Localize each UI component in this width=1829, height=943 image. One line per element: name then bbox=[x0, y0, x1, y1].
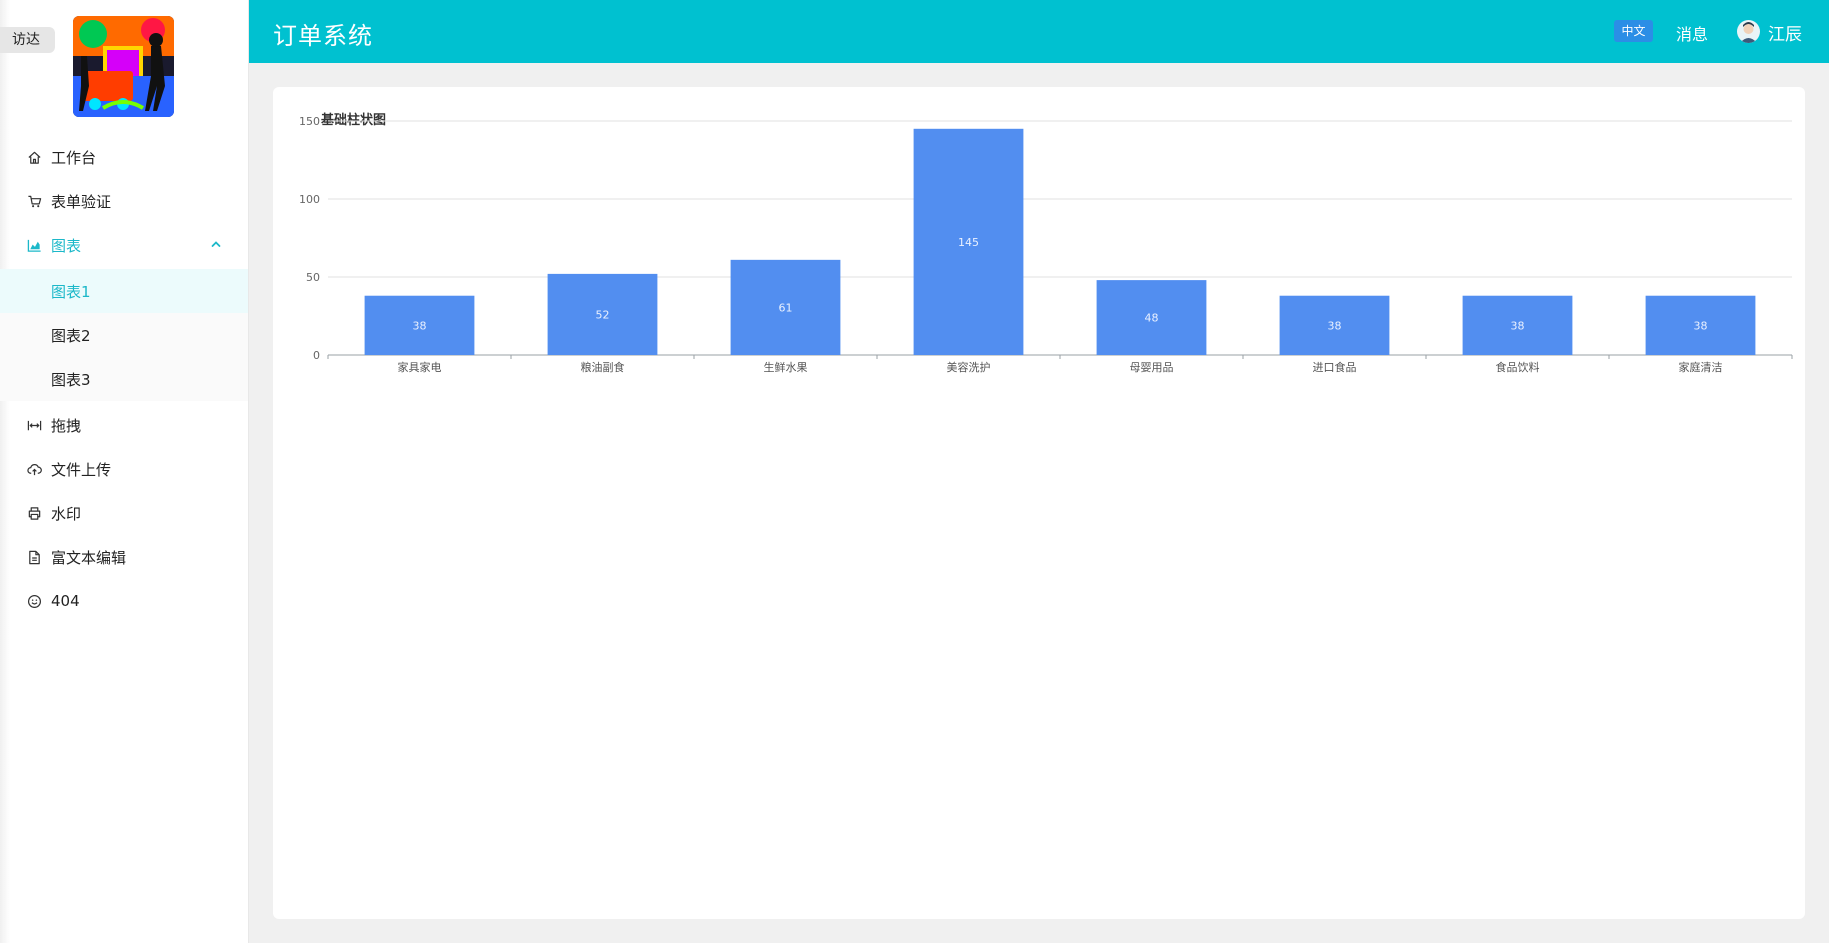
cart-icon bbox=[26, 193, 42, 209]
sidebar-item-charts[interactable]: 图表 bbox=[0, 223, 248, 267]
x-tick-label: 粮油副食 bbox=[581, 360, 625, 374]
chart-card: 基础柱状图 0 50 100 150 38 52 61 145 48 38 38 38 家具家电 粮油… bbox=[273, 87, 1805, 919]
cloud-upload-icon bbox=[26, 461, 42, 477]
chart-title: 基础柱状图 bbox=[320, 112, 386, 128]
sidebar-item-label: 图表 bbox=[51, 236, 82, 255]
sidebar-item-watermark[interactable]: 水印 bbox=[0, 491, 248, 535]
y-tick-label: 50 bbox=[306, 271, 320, 284]
chart-bars: 38 52 61 145 48 38 38 38 bbox=[364, 128, 1756, 355]
sidebar-item-label: 工作台 bbox=[51, 148, 97, 167]
sidebar-subitem-chart3[interactable]: 图表3 bbox=[0, 357, 248, 401]
side-menu: 工作台 表单验证 图表 图表1 图表2 图表3 拖拽 文件上传 水印 富文本编辑… bbox=[0, 135, 248, 623]
x-tick-label: 母婴用品 bbox=[1130, 361, 1174, 374]
sidebar-item-form-validation[interactable]: 表单验证 bbox=[0, 179, 248, 223]
sidebar-item-label: 富文本编辑 bbox=[51, 548, 127, 567]
bar-data-label: 38 bbox=[413, 319, 427, 332]
x-axis-labels: 家具家电 粮油副食 生鲜水果 美容洗护 母婴用品 进口食品 食品饮料 家庭清洁 bbox=[327, 355, 1793, 374]
avatar[interactable] bbox=[1737, 20, 1760, 43]
sidebar-item-label: 表单验证 bbox=[51, 192, 112, 211]
area-chart-icon bbox=[26, 237, 42, 253]
sidebar-item-workbench[interactable]: 工作台 bbox=[0, 135, 248, 179]
charts-submenu: 图表1 图表2 图表3 bbox=[0, 269, 248, 401]
app-title: 订单系统 bbox=[273, 22, 373, 50]
y-tick-label: 100 bbox=[299, 193, 320, 206]
bar-data-label: 38 bbox=[1694, 319, 1708, 332]
chevron-up-icon[interactable] bbox=[209, 237, 223, 251]
bar-data-label: 145 bbox=[958, 236, 979, 249]
x-tick-label: 美容洗护 bbox=[947, 360, 991, 374]
drag-icon bbox=[26, 417, 42, 433]
sidebar-item-label: 拖拽 bbox=[51, 416, 82, 435]
y-tick-label: 150 bbox=[299, 115, 320, 128]
bar-chart: 基础柱状图 0 50 100 150 38 52 61 145 48 38 38 38 家具家电 粮油… bbox=[299, 112, 1793, 374]
home-icon bbox=[26, 149, 42, 165]
sidebar-subitem-chart2[interactable]: 图表2 bbox=[0, 313, 248, 357]
printer-icon bbox=[26, 505, 42, 521]
finder-tag[interactable]: 访达 bbox=[0, 27, 55, 53]
messages-link[interactable]: 消息 bbox=[1676, 21, 1708, 45]
y-axis-ticks: 0 50 100 150 bbox=[299, 115, 320, 362]
sidebar-item-label: 文件上传 bbox=[51, 460, 112, 479]
sidebar-item-drag[interactable]: 拖拽 bbox=[0, 403, 248, 447]
sidebar-item-label: 404 bbox=[51, 592, 80, 610]
sidebar-item-file-upload[interactable]: 文件上传 bbox=[0, 447, 248, 491]
bar-data-label: 52 bbox=[596, 308, 610, 321]
x-tick-label: 食品饮料 bbox=[1496, 360, 1540, 374]
sidebar-item-label: 水印 bbox=[51, 504, 82, 523]
sidebar: 访达 工作台 表单验证 图表 图表1 图表2 图表3 拖拽 文件上传 水印 富文… bbox=[0, 0, 249, 943]
smile-icon bbox=[26, 593, 42, 609]
y-tick-label: 0 bbox=[313, 349, 320, 362]
sidebar-subitem-chart1[interactable]: 图表1 bbox=[0, 269, 248, 313]
username[interactable]: 江辰 bbox=[1768, 20, 1802, 45]
app-logo bbox=[73, 16, 174, 117]
sidebar-item-rich-text[interactable]: 富文本编辑 bbox=[0, 535, 248, 579]
sidebar-item-404[interactable]: 404 bbox=[0, 579, 248, 623]
x-tick-label: 进口食品 bbox=[1313, 360, 1357, 374]
top-header: 订单系统 中文 消息 江辰 bbox=[249, 0, 1829, 63]
language-switch-button[interactable]: 中文 bbox=[1614, 20, 1653, 42]
bar-data-label: 38 bbox=[1511, 319, 1525, 332]
x-tick-label: 生鲜水果 bbox=[764, 360, 808, 374]
x-tick-label: 家具家电 bbox=[398, 360, 442, 374]
bar-data-label: 48 bbox=[1145, 312, 1159, 325]
document-icon bbox=[26, 549, 42, 565]
bar-data-label: 61 bbox=[779, 301, 793, 314]
x-tick-label: 家庭清洁 bbox=[1679, 360, 1723, 374]
bar-data-label: 38 bbox=[1328, 319, 1342, 332]
